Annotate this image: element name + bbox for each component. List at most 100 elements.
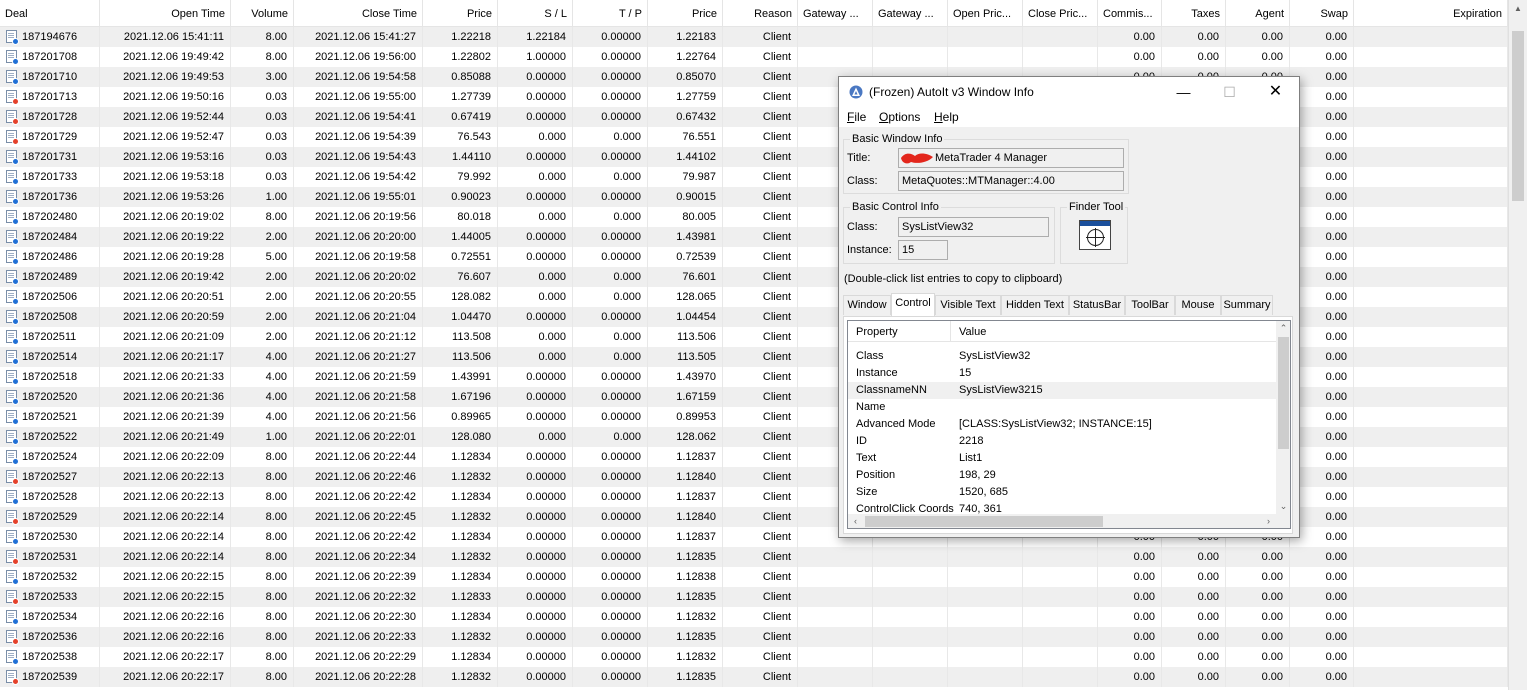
scroll-thumb[interactable]	[1512, 31, 1524, 201]
property-list[interactable]: Property Value Class SysListView32 Instanc…	[847, 320, 1291, 529]
property-vertical-scrollbar[interactable]: ⌃ ⌄	[1276, 321, 1290, 514]
property-scroll-down-icon[interactable]: ⌄	[1276, 499, 1290, 514]
menu-options[interactable]: Options	[879, 109, 920, 125]
table-row[interactable]: 187202539 2021.12.06 20:22:17 8.00 2021.12.…	[0, 667, 1508, 687]
property-row[interactable]: Instance 15	[848, 365, 1276, 382]
deal-document-icon	[6, 170, 19, 185]
cell-reason: Client	[723, 447, 798, 467]
cell-tp: 0.00000	[573, 567, 648, 587]
deal-document-icon	[6, 430, 19, 445]
window-title-field[interactable]: MetaTrader 4 Manager	[898, 148, 1124, 168]
cell-open_time: 2021.12.06 19:52:44	[100, 107, 231, 127]
cell-deal: 187202524	[0, 447, 100, 467]
table-row[interactable]: 187202538 2021.12.06 20:22:17 8.00 2021.12.…	[0, 647, 1508, 667]
column-header-agent[interactable]: Agent	[1226, 0, 1290, 27]
column-header-close-pric[interactable]: Close Pric...	[1023, 0, 1098, 27]
column-header-gateway[interactable]: Gateway ...	[798, 0, 873, 27]
cell-close_price: 1.12840	[648, 467, 723, 487]
table-row[interactable]: 187202536 2021.12.06 20:22:16 8.00 2021.12.…	[0, 627, 1508, 647]
table-row[interactable]: 187202533 2021.12.06 20:22:15 8.00 2021.12.…	[0, 587, 1508, 607]
deal-id: 187202527	[22, 471, 78, 483]
menu-help[interactable]: Help	[934, 109, 959, 125]
tab-window[interactable]: Window	[843, 295, 891, 315]
cell-volume: 2.00	[231, 327, 294, 347]
table-row[interactable]: 187202531 2021.12.06 20:22:14 8.00 2021.12.…	[0, 547, 1508, 567]
column-header-expiration[interactable]: Expiration	[1354, 0, 1508, 27]
column-header-close-time[interactable]: Close Time	[294, 0, 423, 27]
tab-hidden-text[interactable]: Hidden Text	[1001, 295, 1069, 315]
column-header-commis[interactable]: Commis...	[1098, 0, 1162, 27]
cell-price: 128.080	[423, 427, 498, 447]
control-instance-field[interactable]: 15	[898, 240, 948, 260]
column-header-gateway[interactable]: Gateway ...	[873, 0, 948, 27]
control-class-field[interactable]: SysListView32	[898, 217, 1049, 237]
autoit-title-bar[interactable]: (Frozen) AutoIt v3 Window Info — ☐ ✕	[839, 77, 1299, 107]
table-row[interactable]: 187202532 2021.12.06 20:22:15 8.00 2021.12.…	[0, 567, 1508, 587]
property-row[interactable]: Name	[848, 399, 1276, 416]
column-header-reason[interactable]: Reason	[723, 0, 798, 27]
blue-status-dot-icon	[12, 198, 19, 205]
table-row[interactable]: 187201708 2021.12.06 19:49:42 8.00 2021.12.…	[0, 47, 1508, 67]
property-column-header[interactable]: Property	[848, 321, 951, 342]
cell-open_time: 2021.12.06 19:53:18	[100, 167, 231, 187]
cell-price: 1.12832	[423, 467, 498, 487]
cell-empty	[1354, 167, 1508, 187]
property-scroll-thumb[interactable]	[1278, 337, 1289, 449]
cell-close_time: 2021.12.06 19:56:00	[294, 47, 423, 67]
cell-deal: 187202527	[0, 467, 100, 487]
cell-open_time: 2021.12.06 20:20:59	[100, 307, 231, 327]
red-status-dot-icon	[12, 518, 19, 525]
tab-summary[interactable]: Summary	[1221, 295, 1273, 315]
property-row[interactable]: Size 1520, 685	[848, 484, 1276, 501]
tab-toolbar[interactable]: ToolBar	[1125, 295, 1175, 315]
tab-statusbar[interactable]: StatusBar	[1069, 295, 1125, 315]
tab-visible-text[interactable]: Visible Text	[935, 295, 1001, 315]
property-row[interactable]: Advanced Mode [CLASS:SysListView32; INSTA…	[848, 416, 1276, 433]
scroll-up-arrow-icon[interactable]: ▲	[1509, 0, 1527, 17]
column-header-s-l[interactable]: S / L	[498, 0, 573, 27]
property-scroll-right-icon[interactable]: ›	[1261, 514, 1276, 528]
column-header-price[interactable]: Price	[648, 0, 723, 27]
cell-empty	[1354, 307, 1508, 327]
column-header-price[interactable]: Price	[423, 0, 498, 27]
column-header-open-time[interactable]: Open Time	[100, 0, 231, 27]
cell-sl: 0.00000	[498, 587, 573, 607]
tab-control[interactable]: Control	[891, 293, 935, 316]
property-row[interactable]: Class SysListView32	[848, 348, 1276, 365]
minimize-button[interactable]: —	[1161, 77, 1206, 107]
cell-empty	[1354, 287, 1508, 307]
cell-close_time: 2021.12.06 19:55:01	[294, 187, 423, 207]
finder-tool-crosshair-icon[interactable]	[1079, 220, 1111, 250]
property-horizontal-scrollbar[interactable]: ‹ ›	[848, 514, 1290, 528]
table-row[interactable]: 187202534 2021.12.06 20:22:16 8.00 2021.12.…	[0, 607, 1508, 627]
property-row[interactable]: Position 198, 29	[848, 467, 1276, 484]
cell-deal: 187201736	[0, 187, 100, 207]
window-class-field[interactable]: MetaQuotes::MTManager::4.00	[898, 171, 1124, 191]
column-header-deal[interactable]: Deal	[0, 0, 100, 27]
property-hscroll-thumb[interactable]	[865, 516, 1103, 527]
cell-agent: 0.00	[1226, 27, 1290, 47]
column-header-open-pric[interactable]: Open Pric...	[948, 0, 1023, 27]
deal-document-icon	[6, 650, 19, 665]
column-header-swap[interactable]: Swap	[1290, 0, 1354, 27]
deals-vertical-scrollbar[interactable]: ▲	[1508, 0, 1527, 690]
menu-file[interactable]: File	[847, 109, 866, 125]
column-header-taxes[interactable]: Taxes	[1162, 0, 1226, 27]
cell-tp: 0.00000	[573, 67, 648, 87]
table-row[interactable]: 187194676 2021.12.06 15:41:11 8.00 2021.12.…	[0, 27, 1508, 47]
tab-mouse[interactable]: Mouse	[1175, 295, 1221, 315]
close-button[interactable]: ✕	[1253, 77, 1298, 107]
value-column-header[interactable]: Value	[951, 321, 1276, 342]
column-header-volume[interactable]: Volume	[231, 0, 294, 27]
deal-id: 187201733	[22, 171, 78, 183]
cell-swap: 0.00	[1290, 607, 1354, 627]
cell-sl: 0.000	[498, 347, 573, 367]
property-row[interactable]: ClassnameNN SysListView3215	[848, 382, 1276, 399]
property-scroll-left-icon[interactable]: ‹	[848, 514, 863, 528]
cell-taxes: 0.00	[1162, 627, 1226, 647]
property-row[interactable]: Text List1	[848, 450, 1276, 467]
column-header-t-p[interactable]: T / P	[573, 0, 648, 27]
property-scroll-up-icon[interactable]: ⌃	[1276, 321, 1290, 336]
property-row[interactable]: ID 2218	[848, 433, 1276, 450]
maximize-button[interactable]: ☐	[1207, 77, 1252, 107]
